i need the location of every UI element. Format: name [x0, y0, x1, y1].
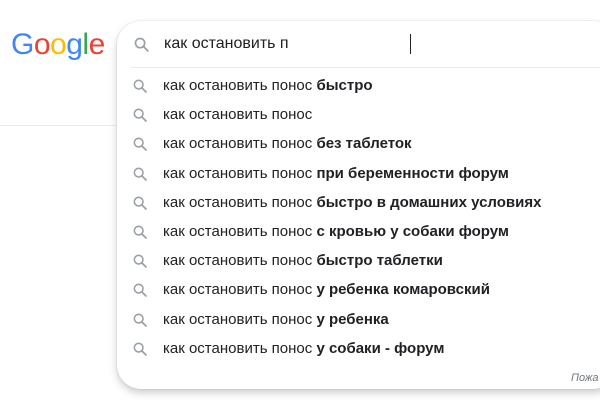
search-icon [133, 137, 147, 152]
suggestion-prefix: как остановить понос [163, 164, 317, 182]
suggestion-text: как остановить понос быстро [163, 71, 373, 100]
suggestion-item[interactable]: как остановить понос быстро в домашних у… [117, 188, 600, 217]
logo-letter: e [88, 28, 106, 61]
suggestion-completion: с кровью у собаки форум [316, 222, 510, 240]
search-icon [133, 283, 147, 298]
suggestion-item[interactable]: как остановить понос быстро [117, 71, 600, 100]
suggestion-text: как остановить понос без таблеток [163, 129, 412, 158]
suggestion-prefix: как остановить понос [163, 339, 317, 357]
search-icon [133, 196, 147, 210]
search-icon [133, 254, 147, 268]
suggestion-prefix: как остановить понос [163, 193, 317, 211]
suggestion-completion: без таблеток [316, 135, 412, 153]
suggestion-completion: при беременности форум [316, 164, 509, 182]
suggestion-item[interactable]: как остановить понос [117, 100, 600, 129]
suggestion-text: как остановить понос у ребенка комаровск… [163, 275, 490, 304]
suggestion-item[interactable]: как остановить понос без таблеток [117, 129, 600, 158]
logo-letter: g [66, 28, 83, 61]
suggestion-text: как остановить понос [163, 100, 312, 129]
suggestion-prefix: как остановить понос [163, 77, 317, 94]
suggestion-prefix: как остановить понос [163, 310, 317, 328]
search-divider [131, 67, 600, 68]
suggestion-item[interactable]: как остановить понос с кровью у собаки ф… [117, 217, 600, 246]
search-input[interactable] [164, 32, 584, 56]
suggestion-completion: у собаки - форум [316, 339, 445, 357]
suggestion-completion: быстро в домашних условиях [316, 193, 542, 211]
suggestion-completion: у ребенка комаровский [316, 281, 490, 299]
suggestion-item[interactable]: как остановить понос у ребенка [117, 305, 600, 334]
suggestion-text: как остановить понос у ребенка [163, 305, 389, 334]
search-bar [117, 21, 600, 67]
logo-letter: o [50, 28, 67, 61]
search-icon [133, 108, 147, 123]
suggestion-prefix: как остановить понос [163, 252, 317, 270]
suggestion-text: как остановить понос быстро в домашних у… [163, 188, 541, 217]
search-icon [133, 225, 147, 239]
suggestion-item[interactable]: как остановить понос быстро таблетки [117, 246, 600, 275]
search-icon [133, 342, 147, 356]
suggestion-completion: у ребенка [316, 310, 389, 328]
google-search-page: Google как остановить понос быстро как о… [0, 0, 600, 400]
suggestion-prefix: как остановить понос [163, 222, 317, 240]
search-icon [133, 79, 147, 93]
report-predictions-link[interactable]: Пожа [571, 372, 599, 384]
search-icon [133, 167, 147, 181]
search-suggestions-dropdown: как остановить понос быстро как останови… [117, 21, 600, 389]
text-caret [410, 34, 411, 54]
suggestion-text: как остановить понос при беременности фо… [163, 159, 509, 188]
suggestion-prefix: как остановить понос [163, 135, 317, 153]
search-icon [134, 37, 149, 52]
suggestion-item[interactable]: как остановить понос у ребенка комаровск… [117, 275, 600, 304]
suggestion-completion: быстро таблетки [316, 252, 443, 270]
logo-letter: o [33, 28, 51, 61]
suggestion-item[interactable]: как остановить понос при беременности фо… [117, 159, 600, 188]
suggestion-completion: быстро [316, 77, 373, 94]
suggestion-prefix: как остановить понос [163, 281, 317, 299]
search-icon [133, 313, 147, 327]
suggestion-list: как остановить понос быстро как останови… [117, 71, 600, 363]
logo-letter: G [11, 28, 34, 61]
suggestion-text: как остановить понос у собаки - форум [163, 334, 444, 363]
suggestion-item[interactable]: как остановить понос у собаки - форум [117, 334, 600, 363]
suggestion-prefix: как остановить понос [163, 106, 313, 124]
google-logo[interactable]: Google [11, 27, 105, 63]
suggestion-text: как остановить понос быстро таблетки [163, 246, 443, 275]
suggestion-text: как остановить понос с кровью у собаки ф… [163, 217, 509, 246]
